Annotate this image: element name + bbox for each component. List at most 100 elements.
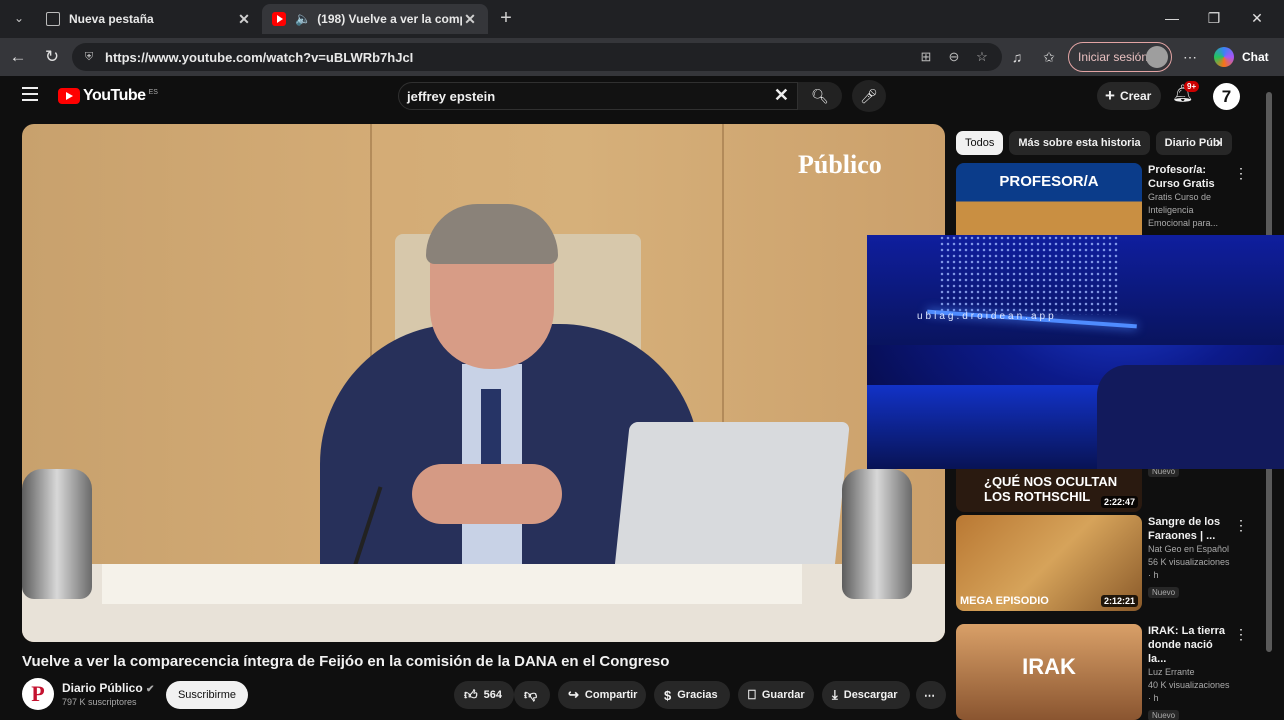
filter-chips: Todos Más sobre esta historia Diario Púb… xyxy=(956,131,1236,155)
like-button[interactable]: 👍︎ 564 xyxy=(454,681,514,709)
back-arrow-icon[interactable]: ← xyxy=(6,45,30,69)
close-tab-icon[interactable]: ✕ xyxy=(462,11,478,28)
microphone-icon[interactable]: 🎤︎ xyxy=(852,80,886,112)
youtube-wordmark: YouTube xyxy=(83,87,146,104)
duration-badge: 2:12:21 xyxy=(1100,595,1138,607)
tab-new-tab[interactable]: Nueva pestaña ✕ xyxy=(36,4,262,34)
restore-icon[interactable]: ❐ xyxy=(1199,6,1229,30)
recommendation-views: 56 K visualizaciones · h xyxy=(1148,557,1230,580)
youtube-icon xyxy=(272,12,286,26)
thumbnail[interactable]: IRAK xyxy=(956,624,1142,720)
more-options-icon[interactable]: ⋯ xyxy=(1179,46,1201,68)
chip-more-story[interactable]: Más sobre esta historia xyxy=(1009,131,1150,155)
search-icon[interactable]: 🔍︎ xyxy=(798,82,842,110)
duration-badge: 2:22:47 xyxy=(1100,496,1138,508)
verified-check-icon: ✔ xyxy=(146,684,155,695)
account-avatar[interactable]: 7 xyxy=(1213,83,1240,110)
recommendation-channel: Nat Geo en Español xyxy=(1148,544,1230,554)
bookmark-icon: ⎕ xyxy=(748,687,756,702)
more-vert-icon[interactable]: ⋮ xyxy=(1234,165,1248,182)
new-tab-plus-icon[interactable]: + xyxy=(494,6,518,30)
menu-icon[interactable] xyxy=(22,87,38,101)
download-button[interactable]: ⤓ Descargar xyxy=(822,681,910,709)
sign-in-button[interactable]: Iniciar sesión xyxy=(1068,42,1172,72)
clear-search-icon[interactable]: ✕ xyxy=(774,85,789,106)
channel-watermark: Público xyxy=(798,150,882,179)
browser-tab-bar: ⌄ Nueva pestaña ✕ 🔈 (198) Vuelve a ver l… xyxy=(0,0,1284,38)
plus-icon: + xyxy=(1105,86,1115,105)
laptop xyxy=(614,422,850,572)
app-available-icon[interactable]: ⊞ xyxy=(916,47,936,67)
speaker-hair xyxy=(426,204,558,264)
download-icon: ⤓ xyxy=(832,687,838,702)
favorites-icon[interactable]: ✩ xyxy=(1038,46,1060,68)
recommendation-meta: Gratis Curso de Inteligencia xyxy=(1148,192,1212,215)
tab-youtube-video[interactable]: 🔈 (198) Vuelve a ver la compare ✕ xyxy=(262,4,488,34)
close-tab-icon[interactable]: ✕ xyxy=(236,11,252,28)
recommendation-title[interactable]: Profesor/a: Curso Gratis xyxy=(1148,163,1234,191)
youtube-logo[interactable]: YouTube ES xyxy=(58,87,158,105)
zoom-icon[interactable]: ⊖ xyxy=(944,47,964,67)
thumbnail-text: IRAK xyxy=(1022,654,1076,679)
save-button[interactable]: ⎕ Guardar xyxy=(738,681,814,709)
dislike-button[interactable]: 👎︎ xyxy=(514,681,550,709)
youtube-play-icon xyxy=(58,88,80,104)
media-control-icon[interactable]: ♫ xyxy=(1006,46,1028,68)
video-title: Vuelve a ver la comparecencia íntegra de… xyxy=(22,653,670,670)
like-count: 564 xyxy=(483,689,502,701)
recommendation-meta: Emocional para... xyxy=(1148,218,1219,228)
tab-title: (198) Vuelve a ver la compare xyxy=(317,12,462,26)
subscribe-button[interactable]: Suscribirme xyxy=(166,681,248,709)
recommendation-channel: Luz Errante xyxy=(1148,667,1195,677)
recommendation-title[interactable]: IRAK: La tierra donde nació la... xyxy=(1148,624,1234,666)
page-icon xyxy=(46,12,60,26)
more-vert-icon[interactable]: ⋮ xyxy=(1234,517,1248,534)
thermos-right xyxy=(842,469,912,599)
copilot-icon xyxy=(1214,47,1234,67)
search-query[interactable]: jeffrey epstein xyxy=(407,89,495,104)
reload-icon[interactable]: ↻ xyxy=(40,45,64,69)
more-vert-icon[interactable]: ⋮ xyxy=(1234,626,1248,643)
share-button[interactable]: ↪ Compartir xyxy=(558,681,646,709)
tab-list-chevron-icon[interactable]: ⌄ xyxy=(8,7,30,29)
new-badge: Nuevo xyxy=(1148,587,1180,598)
papers xyxy=(102,564,802,604)
video-info: IRAK: La tierra donde nació la... Luz Er… xyxy=(1148,624,1234,720)
thanks-button[interactable]: $ Gracias xyxy=(654,681,730,709)
address-bar[interactable]: ⛨ https://www.youtube.com/watch?v=uBLWRb… xyxy=(72,43,1002,71)
thermos-left xyxy=(22,469,92,599)
channel-name-row[interactable]: Diario Público ✔ xyxy=(62,681,154,695)
youtube-masthead: YouTube ES jeffrey epstein ✕ 🔍︎ 🎤︎ + Cre… xyxy=(0,76,1284,116)
thumbnail[interactable]: MEGA EPISODIO 2:12:21 xyxy=(956,515,1142,611)
copilot-chat-button[interactable]: Chat xyxy=(1210,42,1276,72)
channel-avatar[interactable]: P xyxy=(22,678,54,710)
video-info: Sangre de los Faraones | ... Nat Geo en … xyxy=(1148,515,1234,600)
list-item[interactable]: MEGA EPISODIO 2:12:21 Sangre de los Fara… xyxy=(956,515,1256,611)
url-text[interactable]: https://www.youtube.com/watch?v=uBLWRb7h… xyxy=(105,50,413,65)
site-info-icon[interactable]: ⛨ xyxy=(82,50,96,64)
notifications-badge: 9+ xyxy=(1184,81,1200,92)
video-player[interactable]: Público xyxy=(22,124,945,642)
download-label: Descargar xyxy=(843,689,898,701)
speaker-icon[interactable]: 🔈 xyxy=(295,11,311,27)
more-icon: ⋯ xyxy=(924,689,935,702)
more-actions-button[interactable]: ⋯ xyxy=(916,681,946,709)
search-input[interactable]: jeffrey epstein ✕ xyxy=(398,82,798,110)
channel-name[interactable]: Diario Público xyxy=(62,681,143,695)
recommendation-title[interactable]: Sangre de los Faraones | ... xyxy=(1148,515,1234,543)
share-label: Compartir xyxy=(584,689,638,701)
video-info: Profesor/a: Curso Gratis Gratis Curso de… xyxy=(1148,163,1234,230)
minimize-icon[interactable]: — xyxy=(1157,6,1187,30)
subscriber-count: 797 K suscriptores xyxy=(62,697,137,707)
sign-in-label: Iniciar sesión xyxy=(1078,50,1149,64)
create-button[interactable]: + Crear xyxy=(1097,82,1161,110)
list-item[interactable]: IRAK IRAK: La tierra donde nació la... L… xyxy=(956,624,1256,720)
close-window-icon[interactable]: ✕ xyxy=(1242,6,1272,30)
notifications-bell-icon[interactable]: 🔔︎ 9+ xyxy=(1172,81,1200,108)
favorite-star-icon[interactable]: ☆ xyxy=(972,47,992,67)
overlay-watermark: ubiag.droidean.app xyxy=(917,311,1057,322)
recommendation-views: 40 K visualizaciones · h xyxy=(1148,680,1230,703)
thumbs-up-icon: 👍︎ xyxy=(464,687,478,702)
chip-all[interactable]: Todos xyxy=(956,131,1004,155)
chevron-right-icon[interactable]: › xyxy=(1216,131,1234,155)
